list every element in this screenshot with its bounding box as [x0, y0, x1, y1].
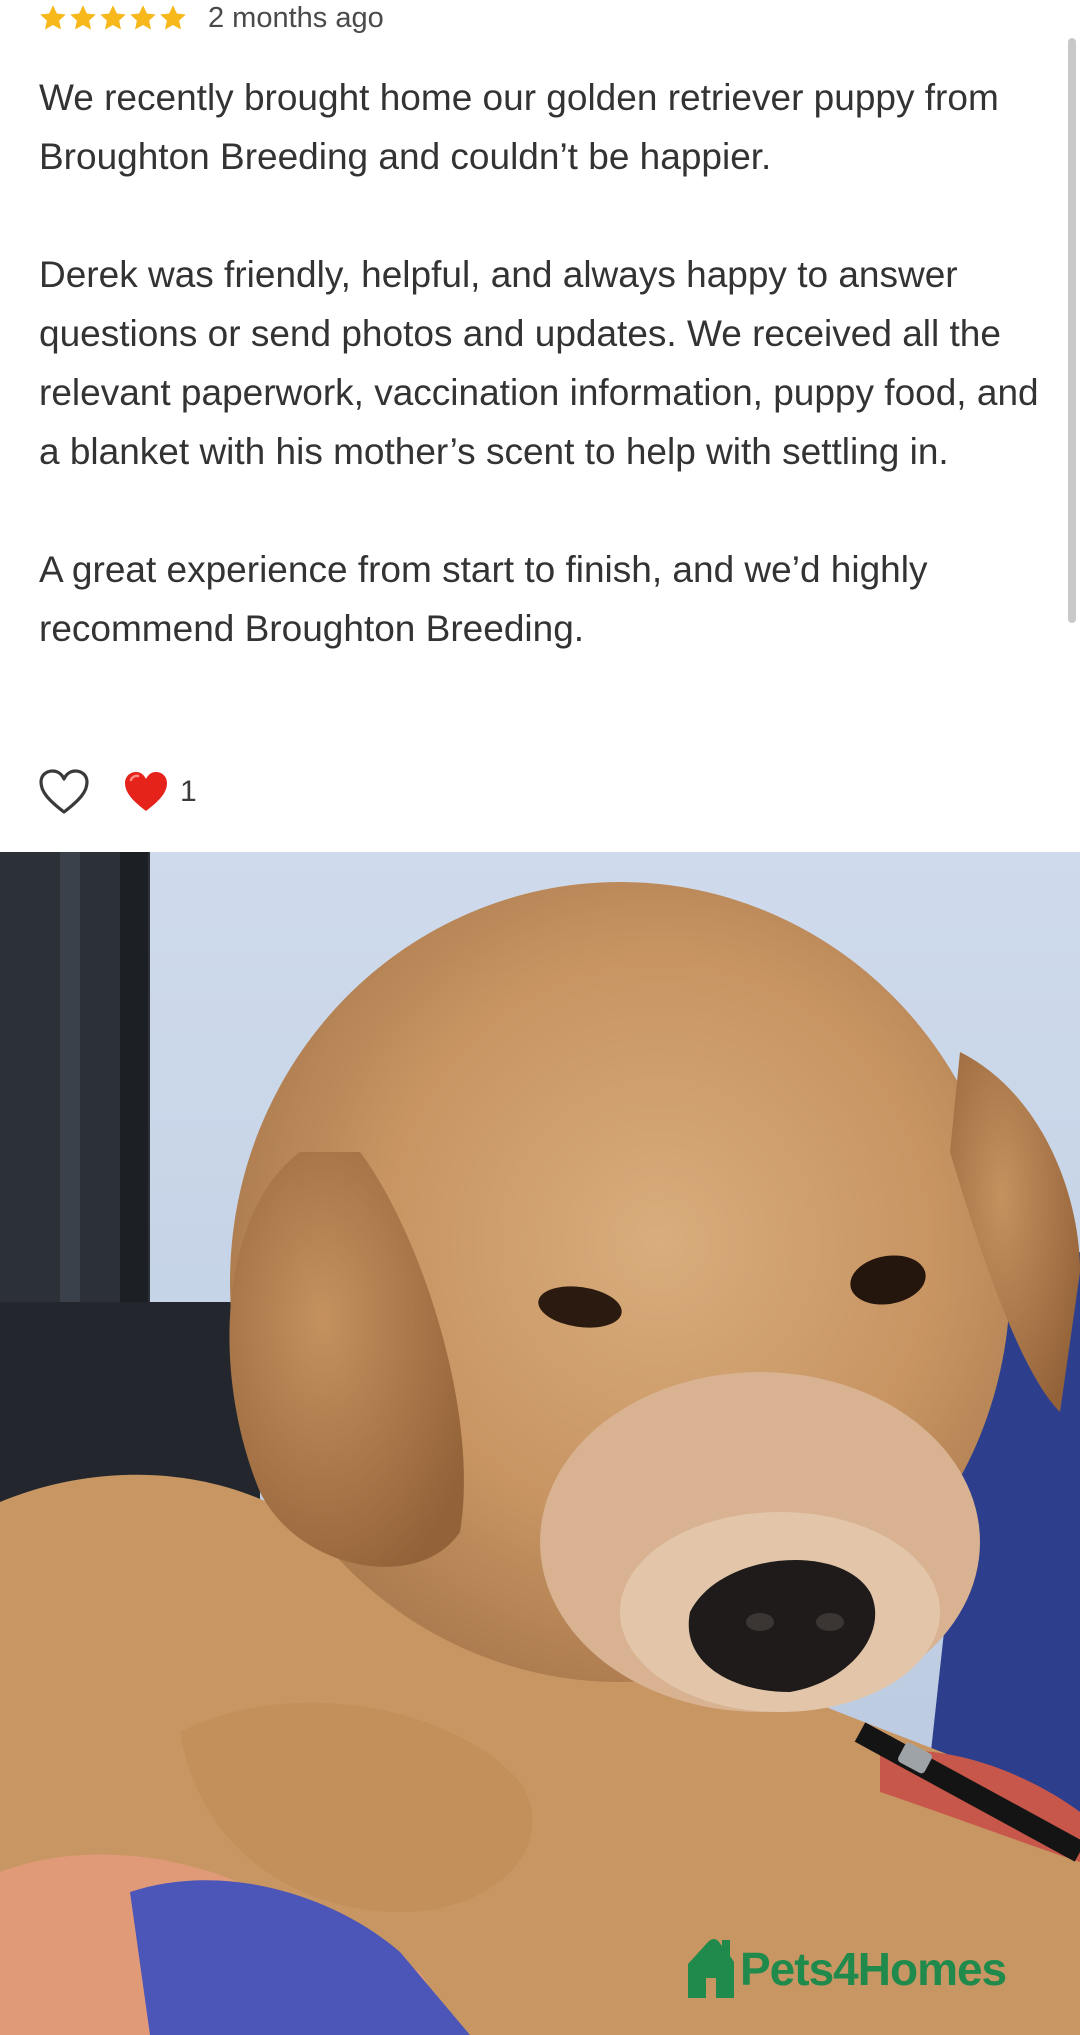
like-button[interactable]	[38, 766, 90, 818]
review-photo[interactable]	[0, 852, 1080, 2035]
review-timestamp: 2 months ago	[208, 1, 384, 34]
puppy-photo-illustration	[0, 852, 1080, 2035]
red-heart-icon	[125, 772, 167, 811]
star-icon	[38, 3, 68, 33]
review-text: We recently brought home our golden retr…	[39, 68, 1039, 658]
reactions-bar: 1	[38, 766, 197, 818]
reaction-count: 1	[180, 775, 197, 808]
watermark: Pets4Homes	[686, 1936, 1007, 2002]
review-paragraph: We recently brought home our golden retr…	[39, 77, 999, 177]
rating-row: 2 months ago	[38, 0, 384, 36]
star-icon	[158, 3, 188, 33]
review-paragraph: A great experience from start to finish,…	[39, 549, 928, 649]
heart-outline-icon	[39, 769, 89, 814]
pets4homes-logo-icon	[686, 1938, 736, 2000]
scrollbar[interactable]	[1068, 38, 1076, 623]
review-paragraph: Derek was friendly, helpful, and always …	[39, 254, 1039, 472]
watermark-text: Pets4Homes	[740, 1943, 1007, 1995]
star-rating	[38, 3, 188, 33]
star-icon	[68, 3, 98, 33]
star-icon	[98, 3, 128, 33]
heart-reaction[interactable]: 1	[124, 771, 197, 813]
review-card: 2 months ago We recently brought home ou…	[0, 0, 1080, 852]
star-icon	[128, 3, 158, 33]
